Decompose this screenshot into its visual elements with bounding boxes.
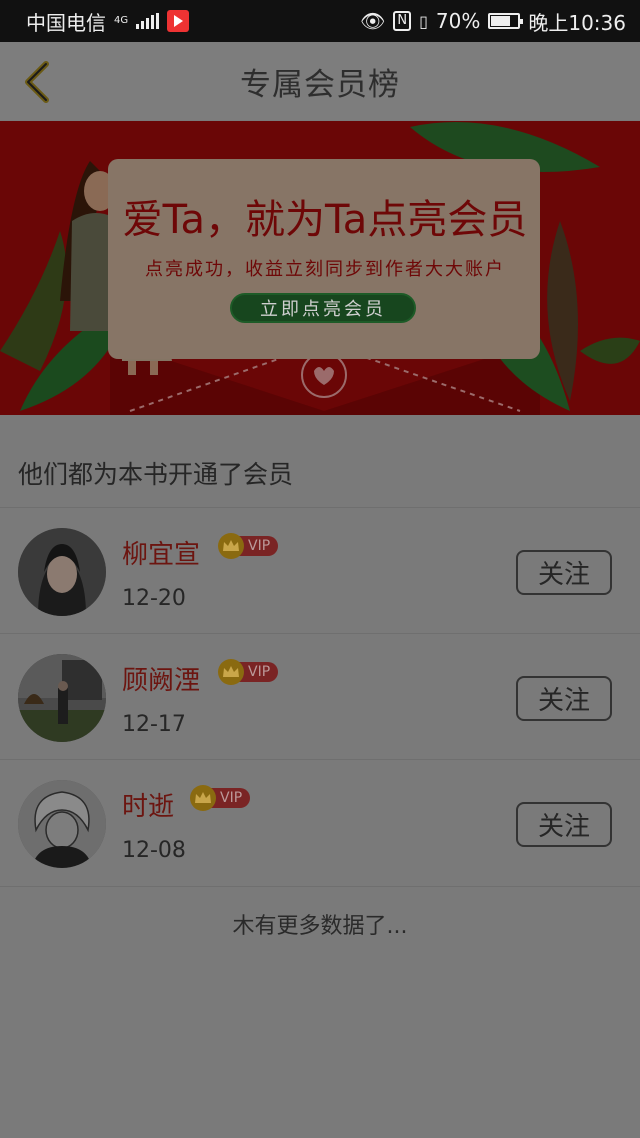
avatar[interactable] xyxy=(18,654,106,742)
carrier-label: 中国电信 xyxy=(26,10,106,35)
app-notification-icon xyxy=(167,10,190,32)
avatar-image xyxy=(18,780,106,868)
battery-icon xyxy=(488,13,524,29)
member-date: 12-17 xyxy=(122,712,186,737)
vip-badge: VIP xyxy=(190,785,251,811)
member-list: 柳宜宣 VIP 12-20 关注 顾阙湮 VIP 12-17 关注 时逝 VIP… xyxy=(0,507,640,885)
battery-percent: 70% xyxy=(435,9,481,33)
crown-icon xyxy=(218,533,244,559)
vip-badge: VIP xyxy=(218,659,279,685)
member-date: 12-20 xyxy=(122,586,186,611)
signal-icon xyxy=(136,13,160,29)
avatar-image xyxy=(18,528,106,616)
crown-icon xyxy=(218,659,244,685)
nfc-icon: N xyxy=(393,11,412,31)
avatar[interactable] xyxy=(18,528,106,616)
vibrate-icon: ▯ xyxy=(419,11,428,31)
follow-button[interactable]: 关注 xyxy=(516,676,612,721)
follow-button[interactable]: 关注 xyxy=(516,802,612,847)
status-bar: 中国电信 4G 👁 N ▯ 70% 晚上10:36 xyxy=(0,0,640,42)
nav-header: 专属会员榜 xyxy=(0,42,640,120)
promo-banner[interactable]: 爱Ta，就为Ta点亮会员 点亮成功，收益立刻同步到作者大大账户 立即点亮会员 xyxy=(0,121,640,415)
list-divider xyxy=(0,886,640,887)
member-name[interactable]: 顾阙湮 xyxy=(122,660,200,697)
no-more-data-label: 木有更多数据了... xyxy=(232,914,408,939)
avatar-image xyxy=(18,654,106,742)
member-name[interactable]: 柳宜宣 xyxy=(122,534,200,571)
banner-subtitle: 点亮成功，收益立刻同步到作者大大账户 xyxy=(145,259,505,280)
clock: 晚上10:36 xyxy=(528,10,626,35)
list-item[interactable]: 柳宜宣 VIP 12-20 关注 xyxy=(0,507,640,633)
light-up-membership-button[interactable]: 立即点亮会员 xyxy=(230,293,416,323)
member-name[interactable]: 时逝 xyxy=(122,786,174,823)
list-item[interactable]: 时逝 VIP 12-08 关注 xyxy=(0,759,640,885)
crown-icon xyxy=(190,785,216,811)
avatar[interactable] xyxy=(18,780,106,868)
vip-badge: VIP xyxy=(218,533,279,559)
back-button[interactable] xyxy=(20,60,56,104)
chevron-left-icon xyxy=(25,61,49,103)
page-title: 专属会员榜 xyxy=(240,66,400,103)
banner-headline: 爱Ta，就为Ta点亮会员 xyxy=(122,197,528,243)
section-title: 他们都为本书开通了会员 xyxy=(18,460,294,489)
member-date: 12-08 xyxy=(122,838,186,863)
eye-icon: 👁 xyxy=(359,9,386,33)
follow-button[interactable]: 关注 xyxy=(516,550,612,595)
network-type: 4G xyxy=(114,15,129,26)
list-item[interactable]: 顾阙湮 VIP 12-17 关注 xyxy=(0,633,640,759)
